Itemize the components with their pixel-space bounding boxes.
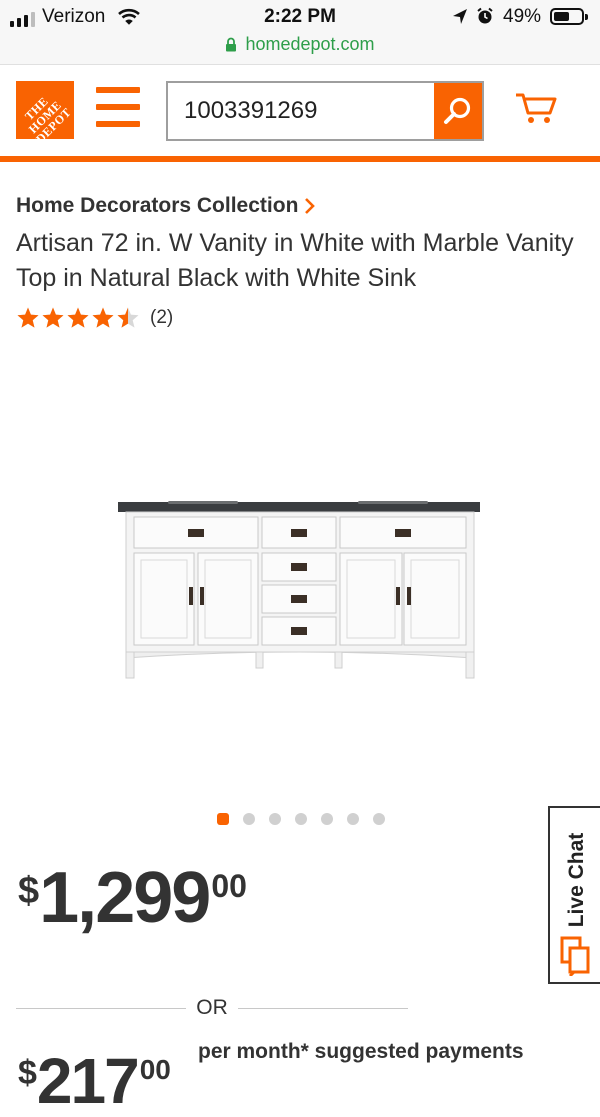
carousel-dot[interactable] — [295, 813, 307, 825]
header-divider — [0, 156, 600, 162]
hamburger-menu-icon[interactable] — [96, 87, 140, 129]
search-bar — [166, 81, 484, 141]
alarm-clock-icon — [477, 7, 493, 24]
price-cents: 00 — [211, 868, 247, 904]
or-label: OR — [196, 996, 228, 1019]
battery-icon — [550, 8, 588, 25]
carousel-dot[interactable] — [321, 813, 333, 825]
monthly-payment-text: per month* suggested payments — [198, 1040, 524, 1063]
url-text: homedepot.com — [245, 34, 375, 54]
search-button[interactable] — [434, 83, 482, 139]
chevron-right-icon — [305, 198, 316, 214]
star-full-icon — [67, 307, 89, 328]
star-full-icon — [92, 307, 114, 328]
rating-stars — [16, 306, 140, 330]
search-input[interactable] — [168, 83, 434, 139]
product-title: Artisan 72 in. W Vanity in White with Ma… — [16, 229, 574, 292]
price-currency: $ — [18, 870, 40, 912]
monthly-payment-price: $ 217 00 — [18, 1046, 171, 1116]
browser-address-bar[interactable]: homedepot.com — [0, 34, 600, 64]
product-rating[interactable]: (2) — [16, 306, 173, 330]
review-count[interactable]: (2) — [150, 307, 173, 329]
product-price: $ 1,299 00 — [18, 858, 247, 938]
site-header: THE HOME DEPOT — [0, 64, 600, 157]
price-dollars: 1,299 — [39, 858, 211, 938]
carousel-dot[interactable] — [347, 813, 359, 825]
location-arrow-icon — [453, 9, 467, 24]
or-divider: OR — [16, 996, 408, 1020]
monthly-cents: 00 — [139, 1054, 171, 1085]
lock-icon — [226, 37, 237, 52]
image-carousel-dots — [217, 813, 385, 825]
status-bar: Verizon 2:22 PM 49% — [0, 0, 600, 34]
live-chat-label: Live Chat — [565, 832, 588, 928]
live-chat-button[interactable]: Live Chat — [548, 806, 600, 984]
carousel-dot[interactable] — [243, 813, 255, 825]
monthly-currency: $ — [18, 1054, 37, 1092]
battery-percentage: 49% — [503, 6, 542, 27]
brand-name: Home Decorators Collection — [16, 194, 299, 217]
carousel-dot[interactable] — [373, 813, 385, 825]
star-full-icon — [42, 307, 64, 328]
chat-bubbles-icon — [560, 936, 590, 976]
star-full-icon — [17, 307, 39, 328]
product-image[interactable] — [110, 490, 490, 690]
carousel-dot[interactable] — [217, 813, 229, 825]
logo-text: THE HOME DEPOT — [22, 94, 74, 139]
cart-icon[interactable] — [514, 91, 558, 125]
search-icon — [444, 97, 471, 124]
monthly-dollars: 217 — [36, 1045, 140, 1117]
home-depot-logo[interactable]: THE HOME DEPOT — [16, 81, 74, 139]
star-half-icon — [117, 307, 139, 328]
carousel-dot[interactable] — [269, 813, 281, 825]
brand-link[interactable]: Home Decorators Collection — [16, 194, 316, 218]
